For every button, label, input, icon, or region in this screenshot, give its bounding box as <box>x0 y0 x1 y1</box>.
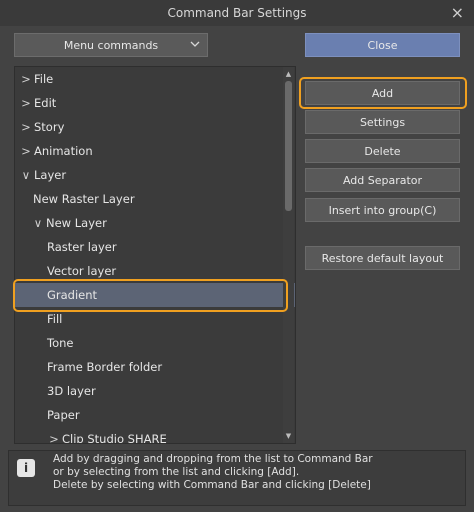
list-item-label: Fill <box>47 312 63 326</box>
list-item-label: Tone <box>47 336 74 350</box>
insert-into-group-button[interactable]: Insert into group(C) <box>305 198 460 222</box>
list-item-label: Frame Border folder <box>47 360 163 374</box>
close-button-label: Close <box>367 38 398 52</box>
add-separator-button[interactable]: Add Separator <box>305 168 460 192</box>
list-item[interactable]: Tone <box>15 331 295 355</box>
list-item-label: Raster layer <box>47 240 117 254</box>
info-text: Add by dragging and dropping from the li… <box>53 453 458 491</box>
info-line-1: Add by dragging and dropping from the li… <box>53 453 373 465</box>
list-item-label: Layer <box>34 168 67 182</box>
list-item-label: Edit <box>34 96 57 110</box>
add-button[interactable]: Add <box>305 81 460 105</box>
title-bar: Command Bar Settings × <box>0 0 474 26</box>
restore-default-layout-label: Restore default layout <box>321 251 444 265</box>
list-item[interactable]: Fill <box>15 307 295 331</box>
list-item[interactable]: 3D layer <box>15 379 295 403</box>
list-item[interactable]: ∨ New Layer <box>15 211 295 235</box>
list-item-label: Vector layer <box>47 264 117 278</box>
chevron-right-icon[interactable]: > <box>21 120 31 134</box>
list-item-label: Clip Studio SHARE <box>62 432 167 444</box>
chevron-down-icon[interactable]: ∨ <box>33 216 43 230</box>
delete-button[interactable]: Delete <box>305 139 460 163</box>
list-item-label: New Layer <box>46 216 107 230</box>
command-list[interactable]: > File > Edit > Story > Animation ∨ Layer New Rast… <box>14 66 296 444</box>
close-button[interactable]: Close <box>305 33 460 57</box>
list-item[interactable]: Frame Border folder <box>15 355 295 379</box>
list-item[interactable]: > Edit <box>15 91 289 115</box>
list-item[interactable]: Gradient <box>15 283 295 307</box>
list-item-label: New Raster Layer <box>33 192 135 206</box>
window-title: Command Bar Settings <box>167 6 307 20</box>
chevron-right-icon[interactable]: > <box>21 96 31 110</box>
chevron-right-icon[interactable]: > <box>21 144 31 158</box>
list-item[interactable]: > Story <box>15 115 289 139</box>
info-panel: i Add by dragging and dropping from the … <box>8 450 466 506</box>
dropdown-value: Menu commands <box>63 38 159 52</box>
chevron-right-icon[interactable]: > <box>49 432 59 443</box>
list-scrollbar[interactable]: ▲ ▼ <box>283 67 294 443</box>
add-separator-label: Add Separator <box>342 173 423 187</box>
list-item-label: Story <box>34 120 65 134</box>
insert-into-group-label: Insert into group(C) <box>328 203 437 217</box>
command-category-dropdown[interactable]: Menu commands <box>14 33 208 57</box>
window-close-icon[interactable]: × <box>451 3 464 22</box>
list-item-label: Gradient <box>47 288 98 302</box>
list-item[interactable]: ∨ Layer <box>15 163 289 187</box>
info-line-3: Delete by selecting with Command Bar and… <box>53 478 371 491</box>
list-item[interactable]: Paper <box>15 403 295 427</box>
info-icon: i <box>17 459 35 477</box>
list-item-label: File <box>34 72 54 86</box>
settings-button[interactable]: Settings <box>305 110 460 134</box>
list-item-label: 3D layer <box>47 384 96 398</box>
scroll-down-icon[interactable]: ▼ <box>284 431 293 441</box>
info-line-2: or by selecting from the list and clicki… <box>53 465 300 478</box>
chevron-right-icon[interactable]: > <box>21 72 31 86</box>
list-item[interactable]: > Animation <box>15 139 289 163</box>
scroll-thumb[interactable] <box>285 81 292 211</box>
scroll-up-icon[interactable]: ▲ <box>284 69 293 79</box>
list-item-label: Animation <box>34 144 93 158</box>
list-item[interactable]: Raster layer <box>15 235 295 259</box>
chevron-down-icon <box>190 41 200 47</box>
list-item[interactable]: > File <box>15 67 289 91</box>
list-item[interactable]: Vector layer <box>15 259 295 283</box>
list-item[interactable]: > Clip Studio SHARE <box>15 427 295 444</box>
add-button-label: Add <box>371 86 394 100</box>
list-item[interactable]: New Raster Layer <box>15 187 295 211</box>
restore-default-layout-button[interactable]: Restore default layout <box>305 246 460 270</box>
settings-button-label: Settings <box>359 115 406 129</box>
delete-button-label: Delete <box>364 144 401 158</box>
chevron-down-icon[interactable]: ∨ <box>21 168 31 182</box>
list-item-label: Paper <box>47 408 80 422</box>
